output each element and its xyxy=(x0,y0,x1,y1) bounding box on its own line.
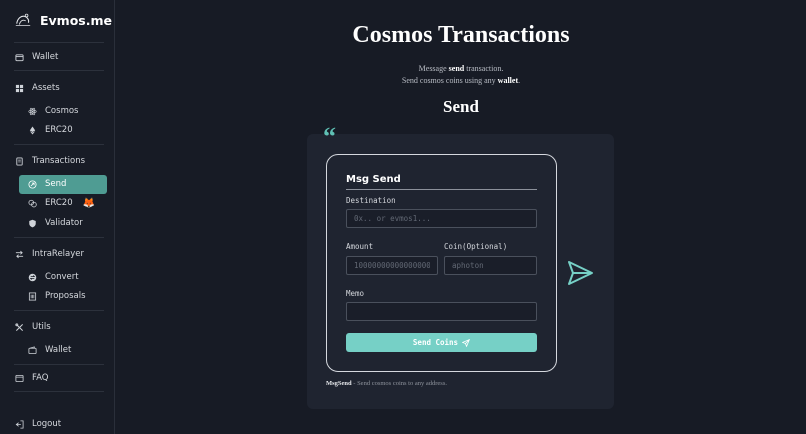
divider xyxy=(14,237,104,238)
subtitle-text: . xyxy=(518,76,521,85)
atom-icon xyxy=(27,106,37,116)
subtitle-bold: wallet xyxy=(497,76,519,85)
sidebar-item-label: Convert xyxy=(45,272,79,282)
memo-input[interactable] xyxy=(346,302,537,321)
subtitle-bold: send xyxy=(448,64,465,73)
subtitle-text: Message xyxy=(418,64,449,73)
sidebar-item-label: IntraRelayer xyxy=(32,249,85,259)
card-title: Msg Send xyxy=(346,174,401,185)
footnote-bold: MsgSend xyxy=(326,380,352,387)
amount-label: Amount xyxy=(346,242,374,251)
sidebar-item-faq[interactable]: FAQ xyxy=(14,370,48,386)
amount-input[interactable] xyxy=(346,256,438,275)
memo-label: Memo xyxy=(346,289,365,298)
destination-label: Destination xyxy=(346,196,396,205)
sidebar-item-logout[interactable]: Logout xyxy=(14,416,61,432)
metamask-fox-icon: 🦊 xyxy=(82,197,96,209)
sidebar-item-utils-wallet[interactable]: Wallet xyxy=(27,342,71,358)
sidebar: Evmos.me Wallet Assets Cosmos ERC20 Tran… xyxy=(0,0,115,434)
sidebar-item-intrarelayer[interactable]: IntraRelayer xyxy=(14,246,84,262)
logout-icon xyxy=(14,419,24,429)
sidebar-item-label: Assets xyxy=(32,83,60,93)
coin-label: Coin(Optional) xyxy=(444,242,508,251)
sidebar-item-label: Cosmos xyxy=(45,106,79,116)
footnote: MsgSend - Send cosmos coins to any addre… xyxy=(326,380,447,387)
evmos-logo-icon xyxy=(15,13,31,26)
sidebar-item-label: Wallet xyxy=(32,52,59,62)
sidebar-item-validator[interactable]: Validator xyxy=(27,215,83,231)
faq-icon xyxy=(14,373,24,383)
divider xyxy=(14,310,104,311)
sidebar-item-assets[interactable]: Assets xyxy=(14,80,60,96)
grid-icon xyxy=(14,83,24,93)
wallet-icon xyxy=(27,345,37,355)
sidebar-item-convert[interactable]: Convert xyxy=(27,269,79,285)
sidebar-item-label: Validator xyxy=(45,218,83,228)
divider xyxy=(14,144,104,145)
send-panel: Msg Send Destination Amount Coin(Optiona… xyxy=(307,134,614,409)
subtitle-line-2: Send cosmos coins using any wallet. xyxy=(116,76,806,85)
section-title: Send xyxy=(443,97,479,116)
divider xyxy=(14,70,104,71)
send-button-label: Send Coins xyxy=(412,338,459,347)
quote-icon: “ xyxy=(323,122,336,151)
receipt-icon xyxy=(14,156,24,166)
msg-send-card: Msg Send Destination Amount Coin(Optiona… xyxy=(326,154,557,372)
coin-input[interactable] xyxy=(444,256,537,275)
sidebar-item-cosmos[interactable]: Cosmos xyxy=(27,103,78,119)
building-icon xyxy=(27,291,37,301)
sidebar-item-label: Wallet xyxy=(45,345,72,355)
card-divider xyxy=(346,189,537,190)
sidebar-item-erc20-assets[interactable]: ERC20 xyxy=(27,122,73,138)
sidebar-item-erc20-tx[interactable]: ERC20 🦊 xyxy=(27,195,95,211)
transfer-icon xyxy=(14,249,24,259)
coins-icon xyxy=(27,198,37,208)
sidebar-item-utils[interactable]: Utils xyxy=(14,319,51,335)
sidebar-item-transactions[interactable]: Transactions xyxy=(14,153,85,169)
shield-icon xyxy=(27,218,37,228)
subtitle-text: Send cosmos coins using any xyxy=(401,76,498,85)
send-circle-icon xyxy=(27,179,37,189)
ethereum-icon xyxy=(27,125,37,135)
subtitle-line-1: Message send transaction. xyxy=(116,64,806,73)
brand[interactable]: Evmos.me xyxy=(14,10,112,30)
footnote-text: - Send cosmos coins to any address. xyxy=(351,380,447,387)
sidebar-item-send[interactable]: Send xyxy=(27,176,66,192)
paper-plane-icon xyxy=(568,261,593,285)
divider xyxy=(14,42,104,43)
sidebar-item-label: Utils xyxy=(32,322,51,332)
destination-input[interactable] xyxy=(346,209,537,228)
divider xyxy=(14,391,104,392)
page-title: Cosmos Transactions xyxy=(352,22,570,48)
sidebar-item-wallet[interactable]: Wallet xyxy=(14,49,58,65)
tools-icon xyxy=(14,322,24,332)
convert-icon xyxy=(27,272,37,282)
wallet-icon xyxy=(14,52,24,62)
subtitle-text: transaction. xyxy=(464,64,504,73)
sidebar-item-label: FAQ xyxy=(32,373,49,383)
send-coins-button[interactable]: Send Coins xyxy=(346,333,537,352)
sidebar-item-label: Transactions xyxy=(32,156,86,166)
sidebar-item-label: ERC20 xyxy=(45,198,73,208)
main-content: Cosmos Transactions Message send transac… xyxy=(116,0,806,434)
sidebar-item-label: Proposals xyxy=(45,291,86,301)
sidebar-item-label: Logout xyxy=(32,419,62,429)
divider xyxy=(14,364,104,365)
sidebar-item-label: ERC20 xyxy=(45,125,73,135)
sidebar-item-proposals[interactable]: Proposals xyxy=(27,288,86,304)
sidebar-item-label: Send xyxy=(45,179,67,189)
brand-name: Evmos.me xyxy=(40,12,112,28)
paper-plane-icon xyxy=(462,338,471,347)
